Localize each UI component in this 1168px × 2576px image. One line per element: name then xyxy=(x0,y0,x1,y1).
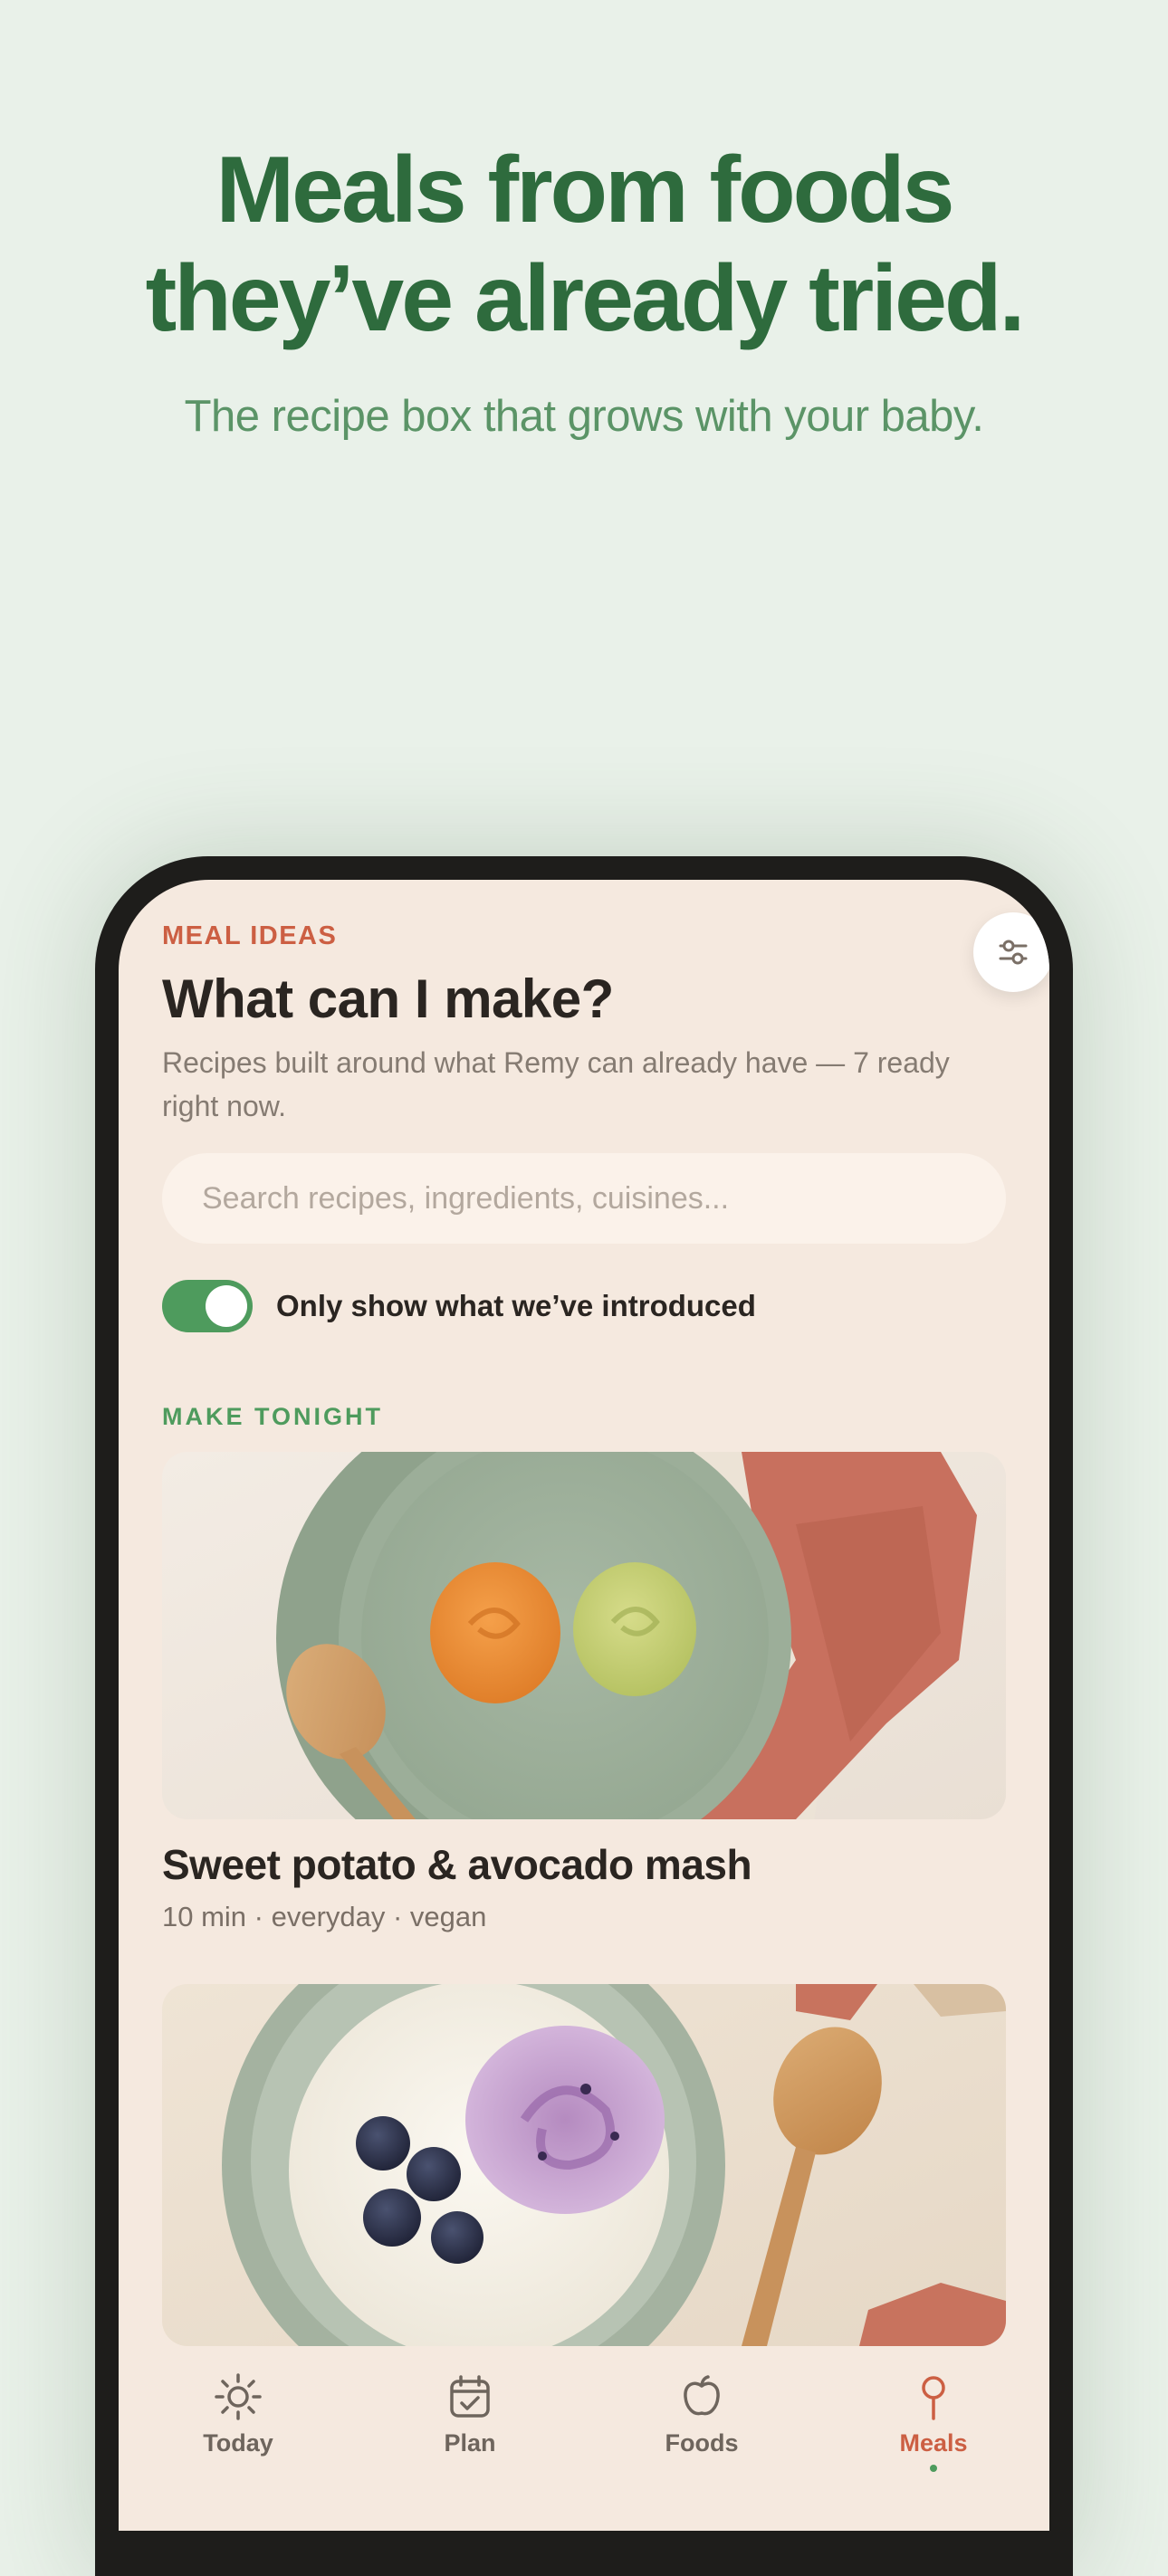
tab-today[interactable]: Today xyxy=(166,2371,311,2457)
tab-label: Foods xyxy=(665,2429,739,2457)
recipe-card-image[interactable] xyxy=(162,1452,1006,1819)
page-title: What can I make? xyxy=(162,968,614,1029)
plate-with-purees-photo xyxy=(162,1452,1006,1819)
tab-label: Today xyxy=(203,2429,273,2457)
recipe-card-image[interactable] xyxy=(162,1984,1006,2346)
hero: Meals from foods they’ve already tried. … xyxy=(0,136,1168,442)
introduced-toggle[interactable] xyxy=(162,1280,253,1332)
tab-plan[interactable]: Plan xyxy=(397,2371,542,2457)
search-placeholder: Search recipes, ingredients, cuisines... xyxy=(202,1180,730,1216)
hero-title-line-1: Meals from foods xyxy=(215,138,955,243)
pin-icon xyxy=(922,2376,945,2420)
tab-label: Meals xyxy=(899,2429,968,2457)
recipe-card-title[interactable]: Sweet potato & avocado mash xyxy=(162,1839,752,1890)
hero-title-line-2: they’ve already tried. xyxy=(145,246,1026,351)
yogurt-with-blueberries-photo xyxy=(162,1984,1006,2346)
calendar-check-icon xyxy=(450,2375,490,2418)
recipe-card-meta: 10 min · everyday · vegan xyxy=(162,1901,487,1932)
page-description: Recipes built around what Remy can alrea… xyxy=(162,1046,950,1122)
tab-label: Plan xyxy=(444,2429,496,2457)
hero-title: Meals from foods they’ve already tried. xyxy=(0,136,1168,353)
tab-meals[interactable]: Meals xyxy=(861,2371,1006,2472)
search-input[interactable]: Search recipes, ingredients, cuisines... xyxy=(162,1153,1006,1244)
tab-bar: Today Plan Foods Meals xyxy=(119,2346,1049,2531)
introduced-filter-row: Only show what we’ve introduced xyxy=(162,1280,756,1332)
hero-subtitle: The recipe box that grows with your baby… xyxy=(184,392,984,441)
section-label: MAKE TONIGHT xyxy=(162,1403,383,1430)
toggle-label: Only show what we’ve introduced xyxy=(276,1289,756,1322)
sliders-icon xyxy=(999,940,1028,965)
filter-button[interactable] xyxy=(973,912,1049,992)
sun-icon xyxy=(215,2373,262,2420)
eyebrow-label: MEAL IDEAS xyxy=(162,921,338,950)
active-tab-indicator xyxy=(930,2465,937,2472)
phone-screen: MEAL IDEAS What can I make? Recipes buil… xyxy=(119,880,1049,2531)
tab-foods[interactable]: Foods xyxy=(629,2371,774,2457)
apple-icon xyxy=(684,2375,720,2416)
toggle-knob xyxy=(206,1285,247,1327)
